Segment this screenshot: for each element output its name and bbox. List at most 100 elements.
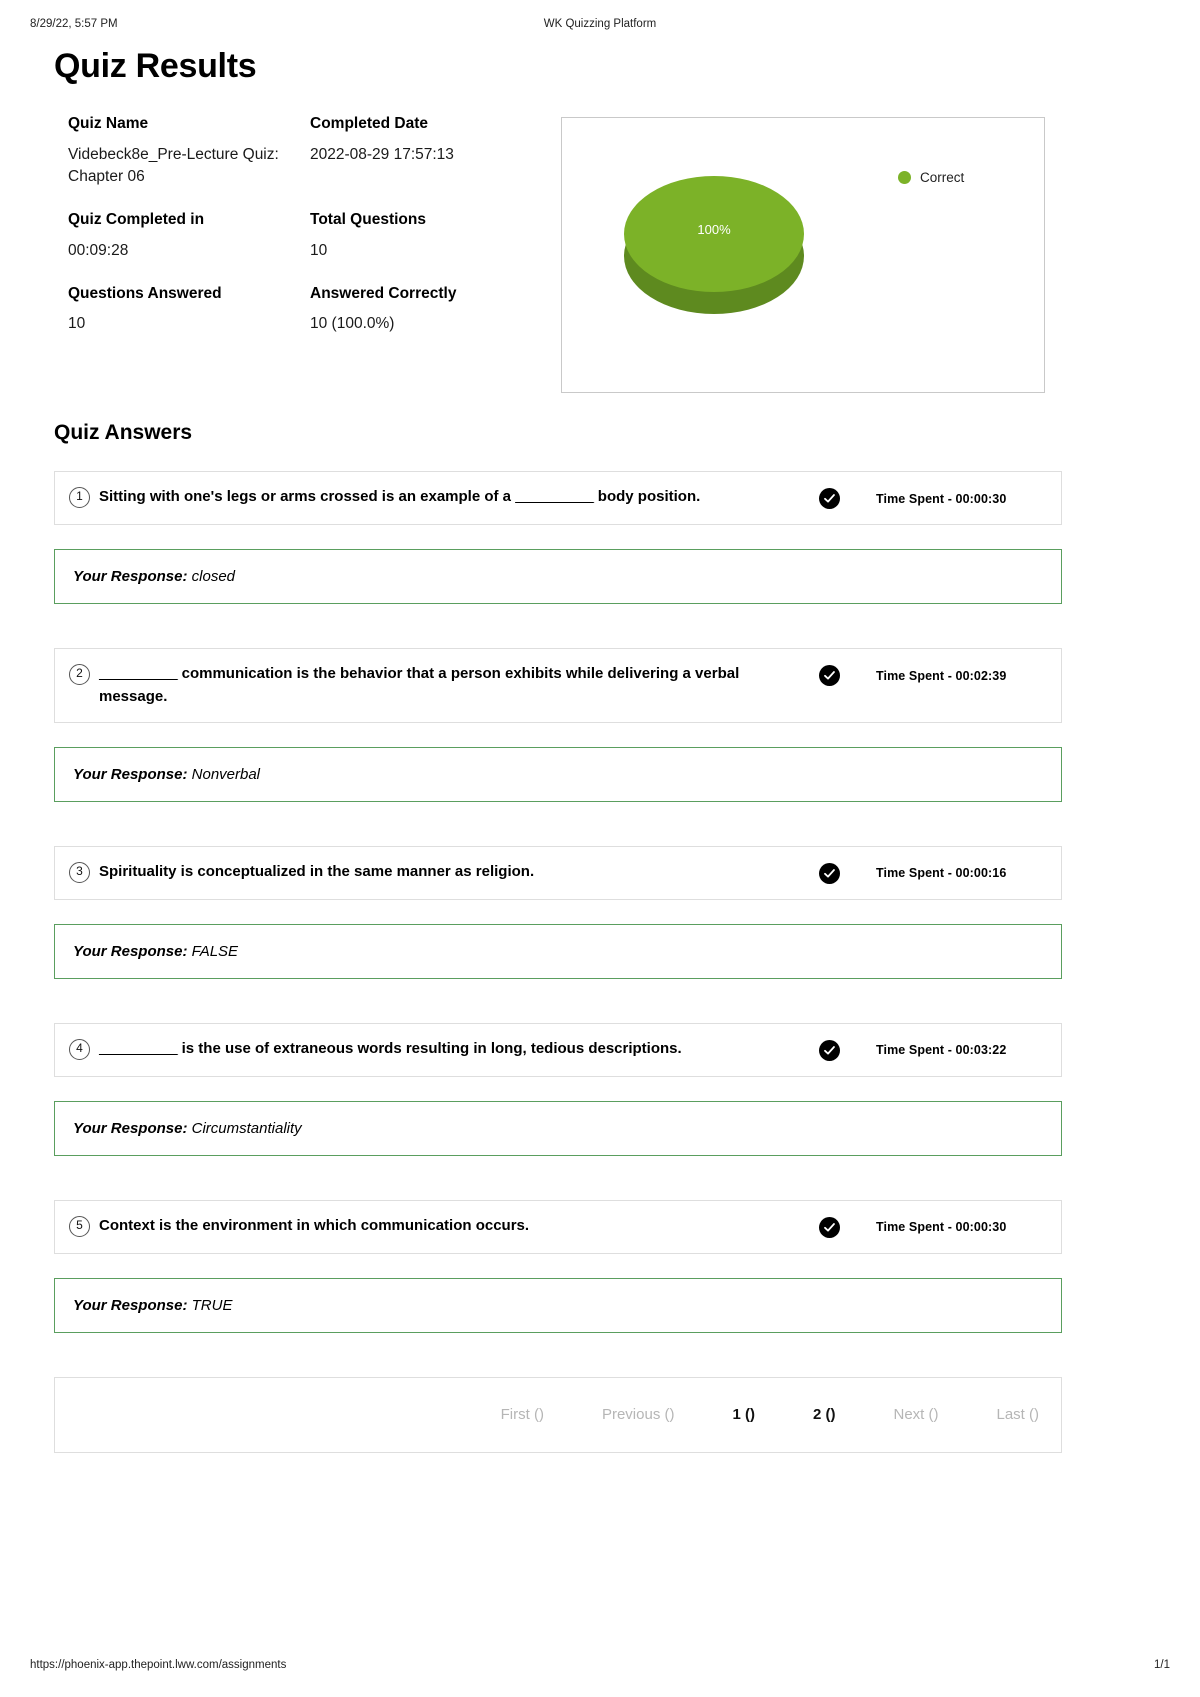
response-value: closed	[191, 568, 235, 586]
pie-graphic: 100%	[624, 176, 804, 326]
legend-swatch-correct	[898, 171, 911, 185]
response-card: Your Response: FALSE	[54, 923, 1062, 979]
response-value: TRUE	[191, 1296, 233, 1314]
completed-date-value: 2022-08-29 17:57:13	[310, 146, 454, 164]
response-label: Your Response:	[73, 568, 188, 586]
time-spent-label: Time Spent - 00:00:30	[876, 1220, 1007, 1235]
quiz-name-value: Videbeck8e_Pre-Lecture Quiz: Chapter 06	[68, 146, 279, 186]
response-value: FALSE	[191, 942, 239, 960]
page-title: Quiz Results	[54, 47, 257, 85]
quiz-answers-heading: Quiz Answers	[54, 421, 193, 445]
page-content: Quiz Results Quiz Name Videbeck8e_Pre-Le…	[54, 40, 1062, 1453]
answered-correctly-value: 10 (100.0%)	[310, 315, 395, 333]
quiz-completed-in-value: 00:09:28	[68, 241, 129, 259]
print-footer-page: 1/1	[1154, 1659, 1170, 1671]
question-blank: __________	[99, 1039, 178, 1057]
question-status-group: Time Spent - 00:00:30	[819, 1216, 1007, 1238]
completed-date-cell: Completed Date 2022-08-29 17:57:13	[310, 113, 528, 188]
question-text-after: communication is the behavior that a per…	[99, 665, 740, 705]
pagination-page-1[interactable]: 1 ()	[732, 1406, 755, 1423]
question-number: 4	[69, 1038, 90, 1060]
question-status-group: Time Spent - 00:02:39	[819, 665, 1007, 687]
question-number: 5	[69, 1215, 90, 1237]
total-questions-value: 10	[310, 241, 328, 259]
quiz-metadata-grid: Quiz Name Videbeck8e_Pre-Lecture Quiz: C…	[68, 113, 528, 356]
print-header: 8/29/22, 5:57 PM WK Quizzing Platform	[0, 18, 1200, 34]
question-answer-block: 1 Sitting with one's legs or arms crosse…	[54, 471, 1062, 605]
question-blank: __________	[99, 665, 178, 683]
response-card: Your Response: Nonverbal	[54, 746, 1062, 802]
question-text-before: Sitting with one's legs or arms crossed …	[99, 488, 516, 506]
results-pie-chart: 100% Correct	[561, 117, 1045, 394]
check-circle-icon	[819, 862, 840, 884]
question-answer-block: 4 __________ is the use of extraneous wo…	[54, 1022, 1062, 1156]
question-number: 1	[69, 487, 90, 509]
total-questions-label: Total Questions	[310, 211, 426, 229]
question-text-after: is the use of extraneous words resulting…	[177, 1039, 682, 1057]
pagination-previous[interactable]: Previous ()	[602, 1406, 675, 1423]
answered-correctly-label: Answered Correctly	[310, 284, 457, 302]
time-spent-label: Time Spent - 00:03:22	[876, 1043, 1007, 1058]
questions-answered-cell: Questions Answered 10	[68, 283, 310, 336]
quiz-completed-in-cell: Quiz Completed in 00:09:28	[68, 209, 310, 262]
answered-correctly-cell: Answered Correctly 10 (100.0%)	[310, 283, 528, 336]
pie-slice-value-label: 100%	[697, 222, 731, 238]
question-answer-block: 2 __________ communication is the behavi…	[54, 648, 1062, 802]
time-spent-label: Time Spent - 00:02:39	[876, 668, 1007, 683]
response-label: Your Response:	[73, 942, 188, 960]
response-value: Circumstantiality	[191, 1119, 302, 1137]
question-text: __________ is the use of extraneous word…	[99, 1038, 819, 1060]
quiz-name-label: Quiz Name	[68, 115, 149, 133]
question-status-group: Time Spent - 00:00:30	[819, 488, 1007, 510]
check-circle-icon	[819, 1039, 840, 1061]
chart-legend: Correct	[898, 170, 964, 185]
check-circle-icon	[819, 1216, 840, 1238]
response-label: Your Response:	[73, 1296, 188, 1314]
metadata-row: Questions Answered 10 Answered Correctly…	[68, 283, 528, 336]
question-answer-block: 3 Spirituality is conceptualized in the …	[54, 845, 1062, 979]
print-footer-url: https://phoenix-app.thepoint.lww.com/ass…	[30, 1659, 287, 1671]
pagination-page-2[interactable]: 2 ()	[813, 1406, 836, 1423]
quiz-completed-in-label: Quiz Completed in	[68, 211, 205, 229]
response-label: Your Response:	[73, 765, 188, 783]
response-label: Your Response:	[73, 1119, 188, 1137]
question-text-before: Context is the environment in which comm…	[99, 1216, 530, 1234]
question-number: 3	[69, 861, 90, 883]
response-card: Your Response: TRUE	[54, 1277, 1062, 1333]
question-card: 1 Sitting with one's legs or arms crosse…	[54, 471, 1062, 526]
question-text: Sitting with one's legs or arms crossed …	[99, 486, 819, 508]
pagination-last[interactable]: Last ()	[996, 1406, 1039, 1423]
legend-label-correct: Correct	[920, 170, 965, 186]
print-footer: https://phoenix-app.thepoint.lww.com/ass…	[0, 1659, 1200, 1675]
metadata-row: Quiz Completed in 00:09:28 Total Questio…	[68, 209, 528, 262]
questions-answered-label: Questions Answered	[68, 284, 222, 302]
question-blank: __________	[515, 488, 594, 506]
question-text: Spirituality is conceptualized in the sa…	[99, 861, 819, 883]
answers-list: 1 Sitting with one's legs or arms crosse…	[54, 471, 1062, 1333]
time-spent-label: Time Spent - 00:00:16	[876, 866, 1007, 881]
question-text: Context is the environment in which comm…	[99, 1215, 819, 1237]
question-card: 3 Spirituality is conceptualized in the …	[54, 845, 1062, 900]
questions-answered-value: 10	[68, 315, 86, 333]
response-value: Nonverbal	[191, 765, 261, 783]
question-card: 5 Context is the environment in which co…	[54, 1199, 1062, 1254]
question-card: 4 __________ is the use of extraneous wo…	[54, 1022, 1062, 1077]
quiz-name-cell: Quiz Name Videbeck8e_Pre-Lecture Quiz: C…	[68, 113, 310, 188]
question-status-group: Time Spent - 00:03:22	[819, 1039, 1007, 1061]
pagination-first[interactable]: First ()	[501, 1406, 544, 1423]
total-questions-cell: Total Questions 10	[310, 209, 528, 262]
check-circle-icon	[819, 665, 840, 687]
metadata-row: Quiz Name Videbeck8e_Pre-Lecture Quiz: C…	[68, 113, 528, 188]
pagination-next[interactable]: Next ()	[893, 1406, 938, 1423]
quiz-summary-section: Quiz Name Videbeck8e_Pre-Lecture Quiz: C…	[54, 113, 1062, 403]
response-card: Your Response: Circumstantiality	[54, 1100, 1062, 1156]
question-text: __________ communication is the behavior…	[99, 663, 819, 707]
print-header-title: WK Quizzing Platform	[543, 18, 657, 30]
question-text-after: body position.	[593, 488, 701, 506]
question-number: 2	[69, 664, 90, 686]
question-status-group: Time Spent - 00:00:16	[819, 862, 1007, 884]
completed-date-label: Completed Date	[310, 115, 428, 133]
time-spent-label: Time Spent - 00:00:30	[876, 491, 1007, 506]
check-circle-icon	[819, 488, 840, 510]
question-card: 2 __________ communication is the behavi…	[54, 648, 1062, 723]
